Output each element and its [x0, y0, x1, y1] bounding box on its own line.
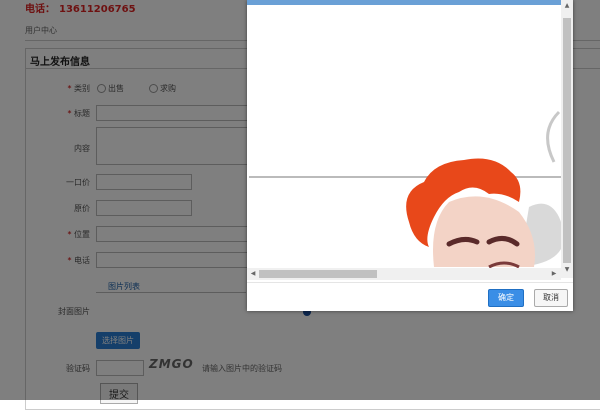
scroll-up-arrow-icon[interactable]: ▲	[563, 2, 571, 10]
confirm-button[interactable]: 确定	[488, 289, 524, 307]
cancel-button[interactable]: 取消	[534, 289, 568, 307]
horizontal-scrollbar[interactable]: ◀ ▶	[247, 268, 561, 280]
image-viewport	[249, 22, 561, 269]
dialog-footer-divider	[247, 282, 573, 283]
vertical-scrollbar[interactable]: ▲ ▼	[561, 0, 573, 278]
horizontal-scroll-thumb[interactable]	[259, 270, 377, 278]
image-preview-dialog: ▲ ▼ ◀ ▶ 确定 取消	[247, 0, 573, 311]
dialog-title-bar	[247, 0, 573, 5]
scroll-down-arrow-icon[interactable]: ▼	[563, 266, 571, 274]
image-face	[433, 196, 535, 267]
scroll-left-arrow-icon[interactable]: ◀	[249, 270, 257, 278]
cartoon-image	[249, 110, 561, 269]
vertical-scroll-thumb[interactable]	[563, 18, 571, 263]
image-speech-bubble	[546, 110, 561, 163]
scroll-right-arrow-icon[interactable]: ▶	[550, 270, 558, 278]
